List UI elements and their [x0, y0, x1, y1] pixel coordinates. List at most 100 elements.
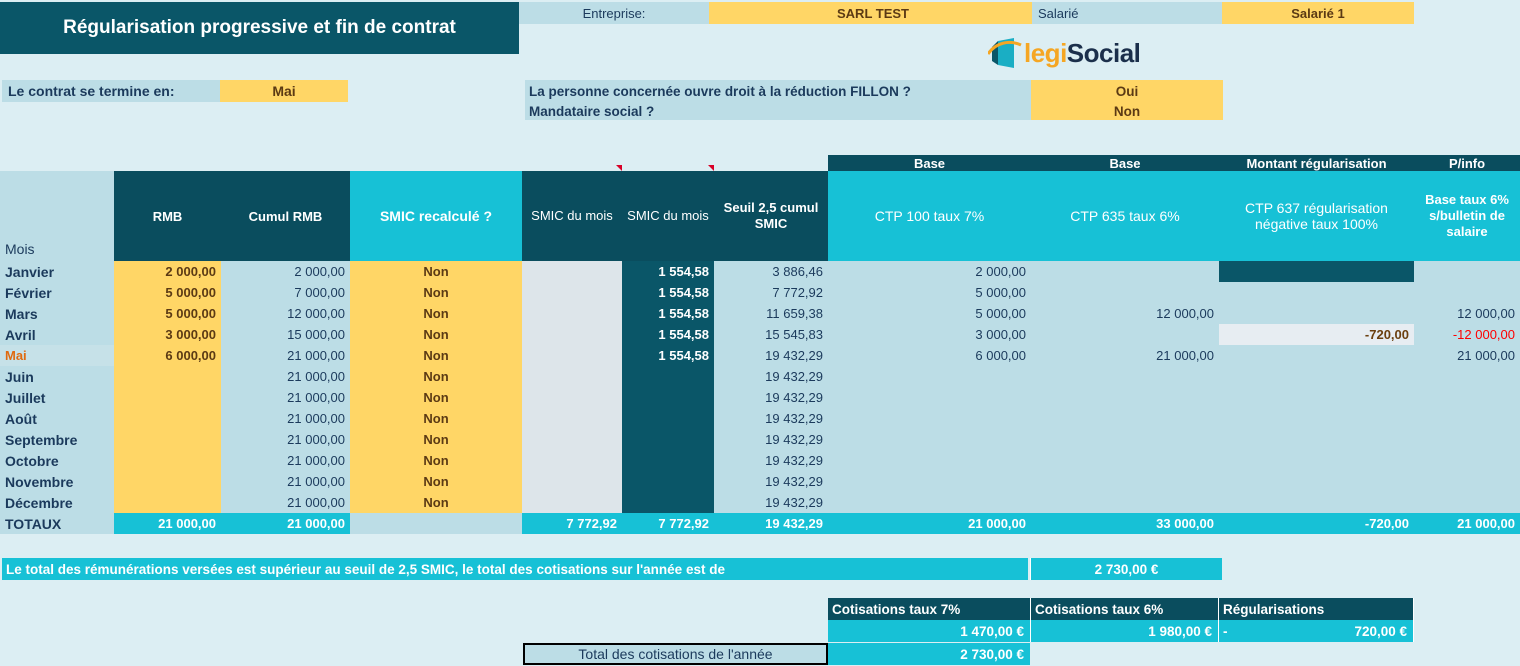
- fillon-questions: La personne concernée ouvre droit à la r…: [525, 80, 1031, 120]
- cell-rmb[interactable]: [114, 471, 221, 492]
- cell-smic-recalcule[interactable]: Non: [350, 450, 522, 471]
- cell-base-taux-6: [1414, 429, 1520, 450]
- totals-seuil-2-5-cumul-smic: 19 432,29: [714, 513, 828, 534]
- cell-ctp-635: 21 000,00: [1031, 345, 1219, 366]
- cell-smic-du-mois-2: [622, 471, 714, 492]
- cell-ctp-635: [1031, 492, 1219, 513]
- cell-rmb[interactable]: 3 000,00: [114, 324, 221, 345]
- cell-ctp-635: 12 000,00: [1031, 303, 1219, 324]
- cell-base-taux-6: [1414, 471, 1520, 492]
- question-fillon: La personne concernée ouvre droit à la r…: [529, 84, 911, 99]
- totals-ctp-635: 33 000,00: [1031, 513, 1219, 534]
- cell-ctp-637: [1219, 303, 1414, 324]
- totals-ctp-100: 21 000,00: [828, 513, 1031, 534]
- cell-rmb[interactable]: [114, 450, 221, 471]
- cell-smic-du-mois-2: [622, 387, 714, 408]
- group-header-base-1: Base: [828, 155, 1031, 171]
- cell-smic-du-mois-1: [522, 366, 622, 387]
- regularisations-header: Régularisations: [1219, 598, 1414, 620]
- column-header-smic-du-mois-1: SMIC du mois: [522, 171, 622, 261]
- cell-smic-du-mois-1: [522, 282, 622, 303]
- cell-smic-recalcule[interactable]: Non: [350, 324, 522, 345]
- row-label-mois: Août: [0, 408, 114, 429]
- cell-base-taux-6: [1414, 408, 1520, 429]
- total-cotisations-label: Total des cotisations de l'année: [523, 643, 828, 665]
- fillon-answers: Oui Non: [1031, 80, 1223, 120]
- cell-ctp-100: [828, 387, 1031, 408]
- logo-legi-text: legi: [1024, 37, 1067, 68]
- cell-rmb[interactable]: 5 000,00: [114, 282, 221, 303]
- entreprise-value[interactable]: SARL TEST: [709, 2, 1037, 24]
- cell-ctp-637: [1219, 387, 1414, 408]
- cell-ctp-100: [828, 492, 1031, 513]
- cell-cumul-rmb: 21 000,00: [221, 408, 350, 429]
- cell-cumul-rmb: 21 000,00: [221, 492, 350, 513]
- cell-smic-recalcule[interactable]: Non: [350, 282, 522, 303]
- cell-seuil-2-5-cumul-smic: 15 545,83: [714, 324, 828, 345]
- cell-base-taux-6: [1414, 450, 1520, 471]
- cell-rmb[interactable]: 6 000,00: [114, 345, 221, 366]
- entreprise-label: Entreprise:: [519, 2, 709, 24]
- cell-smic-du-mois-1: [522, 471, 622, 492]
- cell-ctp-635: [1031, 261, 1219, 282]
- cell-smic-du-mois-2: 1 554,58: [622, 282, 714, 303]
- cell-base-taux-6: 21 000,00: [1414, 345, 1520, 366]
- column-header-ctp-100: CTP 100 taux 7%: [828, 171, 1031, 261]
- cell-smic-recalcule[interactable]: Non: [350, 492, 522, 513]
- row-label-mois: Juin: [0, 366, 114, 387]
- cell-smic-du-mois-2: 1 554,58: [622, 303, 714, 324]
- cell-rmb[interactable]: [114, 408, 221, 429]
- cell-ctp-100: 6 000,00: [828, 345, 1031, 366]
- regularisations-sign: -: [1223, 623, 1228, 639]
- salarie-value[interactable]: Salarié 1: [1222, 2, 1414, 24]
- cell-ctp-100: 2 000,00: [828, 261, 1031, 282]
- cell-seuil-2-5-cumul-smic: 7 772,92: [714, 282, 828, 303]
- cell-ctp-635: [1031, 324, 1219, 345]
- cell-smic-du-mois-2: 1 554,58: [622, 345, 714, 366]
- cell-rmb[interactable]: [114, 492, 221, 513]
- contract-end-label: Le contrat se termine en:: [2, 80, 220, 102]
- cell-ctp-637: [1219, 345, 1414, 366]
- cell-smic-recalcule[interactable]: Non: [350, 345, 522, 366]
- cell-rmb[interactable]: 2 000,00: [114, 261, 221, 282]
- cell-ctp-637: [1219, 366, 1414, 387]
- cell-ctp-635: [1031, 471, 1219, 492]
- legisocial-logo: legiSocial: [986, 34, 1158, 72]
- totals-smic-du-mois-2: 7 772,92: [622, 513, 714, 534]
- totals-base-taux-6: 21 000,00: [1414, 513, 1520, 534]
- cell-smic-du-mois-1: [522, 387, 622, 408]
- cell-smic-du-mois-1: [522, 324, 622, 345]
- regularisation-table: Base Base Montant régularisation P/info Mois…: [0, 155, 1520, 540]
- cell-ctp-637: [1219, 261, 1414, 282]
- cell-smic-recalcule[interactable]: Non: [350, 261, 522, 282]
- cell-cumul-rmb: 7 000,00: [221, 282, 350, 303]
- cell-ctp-635: [1031, 387, 1219, 408]
- cell-rmb[interactable]: [114, 387, 221, 408]
- cell-ctp-635: [1031, 429, 1219, 450]
- cell-smic-recalcule[interactable]: Non: [350, 387, 522, 408]
- cell-smic-recalcule[interactable]: Non: [350, 471, 522, 492]
- cell-cumul-rmb: 21 000,00: [221, 429, 350, 450]
- cell-ctp-637: [1219, 450, 1414, 471]
- contract-end-value[interactable]: Mai: [220, 80, 348, 102]
- cell-rmb[interactable]: 5 000,00: [114, 303, 221, 324]
- cell-ctp-635: [1031, 408, 1219, 429]
- cell-smic-recalcule[interactable]: Non: [350, 429, 522, 450]
- cell-rmb[interactable]: [114, 429, 221, 450]
- cell-smic-recalcule[interactable]: Non: [350, 366, 522, 387]
- answer-fillon[interactable]: Oui: [1031, 82, 1223, 102]
- row-label-mois: Octobre: [0, 450, 114, 471]
- answer-mandataire[interactable]: Non: [1031, 102, 1223, 122]
- cell-seuil-2-5-cumul-smic: 19 432,29: [714, 450, 828, 471]
- cell-cumul-rmb: 21 000,00: [221, 387, 350, 408]
- cell-smic-recalcule[interactable]: Non: [350, 303, 522, 324]
- cell-seuil-2-5-cumul-smic: 19 432,29: [714, 492, 828, 513]
- cell-rmb[interactable]: [114, 366, 221, 387]
- cell-ctp-100: [828, 408, 1031, 429]
- cell-smic-recalcule[interactable]: Non: [350, 408, 522, 429]
- salarie-label: Salarié: [1032, 2, 1222, 24]
- group-header-montant-regularisation: Montant régularisation: [1219, 155, 1414, 171]
- row-label-mois: Mars: [0, 303, 114, 324]
- summary-message-value: 2 730,00 €: [1030, 558, 1222, 580]
- cell-ctp-100: 5 000,00: [828, 303, 1031, 324]
